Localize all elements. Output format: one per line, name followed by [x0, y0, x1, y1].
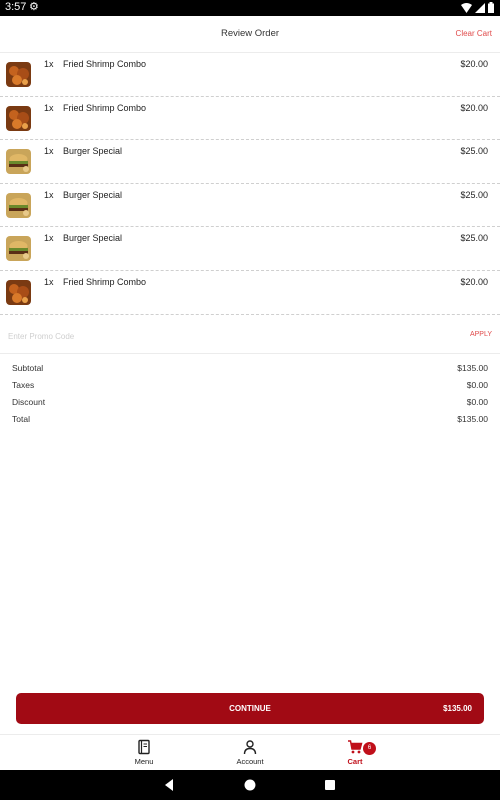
settings-gear-icon: ⚙ — [29, 1, 39, 13]
item-price: $25.00 — [460, 233, 488, 244]
item-price: $20.00 — [460, 102, 488, 113]
continue-button[interactable]: CONTINUE $135.00 — [16, 693, 484, 724]
taxes-row: Taxes $0.00 — [12, 380, 488, 397]
home-icon[interactable] — [243, 778, 257, 792]
item-price: $20.00 — [460, 59, 488, 69]
nav-cart-label: Cart — [347, 757, 363, 766]
discount-label: Discount — [12, 397, 46, 407]
item-quantity: 1x — [44, 146, 54, 157]
recents-icon[interactable] — [323, 778, 337, 792]
item-name: Fried Shrimp Combo — [63, 276, 147, 287]
promo-section: APPLY — [0, 320, 500, 354]
page-title: Review Order — [220, 28, 280, 39]
status-bar: 3:57 ⚙ — [0, 0, 500, 16]
order-item[interactable]: 1x Burger Special $25.00 — [0, 227, 500, 271]
menu-book-icon — [138, 739, 150, 755]
continue-label: CONTINUE — [229, 704, 271, 713]
wifi-icon — [461, 2, 472, 13]
order-summary: Subtotal $135.00 Taxes $0.00 Discount $0… — [12, 363, 488, 431]
item-price: $20.00 — [460, 276, 488, 287]
shopping-cart-icon — [348, 740, 363, 754]
order-items-list: 1x Fried Shrimp Combo $20.00 1x Fried Sh… — [0, 53, 500, 315]
subtotal-row: Subtotal $135.00 — [12, 363, 488, 380]
battery-icon — [488, 2, 494, 13]
cart-count-badge: 6 — [363, 742, 376, 755]
item-name: Burger Special — [63, 233, 123, 244]
subtotal-value: $135.00 — [457, 363, 488, 373]
nav-account[interactable]: Account — [220, 735, 280, 771]
item-price: $25.00 — [460, 189, 488, 200]
item-price: $25.00 — [460, 146, 488, 157]
order-item[interactable]: 1x Burger Special $25.00 — [0, 184, 500, 228]
total-row: Total $135.00 — [12, 414, 488, 431]
item-quantity: 1x — [44, 189, 54, 200]
bottom-nav: Menu Account 6 Cart — [0, 734, 500, 770]
burger-special-image — [6, 236, 31, 262]
item-quantity: 1x — [44, 102, 54, 113]
item-name: Fried Shrimp Combo — [63, 59, 147, 69]
clear-cart-button[interactable]: Clear Cart — [456, 29, 492, 38]
order-item[interactable]: 1x Burger Special $25.00 — [0, 140, 500, 184]
header: Review Order Clear Cart — [0, 16, 500, 53]
taxes-value: $0.00 — [466, 380, 488, 390]
item-name: Burger Special — [63, 146, 123, 157]
continue-total: $135.00 — [443, 704, 472, 713]
status-icons — [461, 2, 494, 13]
status-time: 3:57 — [5, 1, 27, 13]
apply-promo-button[interactable]: APPLY — [470, 331, 492, 338]
nav-account-label: Account — [236, 757, 264, 766]
system-nav-bar — [0, 770, 500, 800]
promo-code-input[interactable] — [8, 328, 408, 344]
item-name: Fried Shrimp Combo — [63, 102, 147, 113]
discount-row: Discount $0.00 — [12, 397, 488, 414]
total-value: $135.00 — [457, 414, 488, 424]
burger-special-image — [6, 192, 31, 218]
discount-value: $0.00 — [466, 397, 488, 407]
fried-shrimp-combo-image — [6, 279, 31, 305]
nav-cart[interactable]: 6 Cart — [325, 735, 385, 771]
order-item[interactable]: 1x Fried Shrimp Combo $20.00 — [0, 97, 500, 141]
taxes-label: Taxes — [12, 380, 35, 390]
item-quantity: 1x — [44, 233, 54, 244]
item-quantity: 1x — [44, 59, 54, 69]
back-icon[interactable] — [162, 778, 176, 792]
subtotal-label: Subtotal — [12, 363, 44, 373]
order-item[interactable]: 1x Fried Shrimp Combo $20.00 — [0, 53, 500, 97]
order-item[interactable]: 1x Fried Shrimp Combo $20.00 — [0, 271, 500, 315]
item-name: Burger Special — [63, 189, 123, 200]
account-person-icon — [243, 740, 257, 755]
fried-shrimp-combo-image — [6, 105, 31, 131]
signal-icon — [475, 2, 485, 13]
nav-menu-label: Menu — [134, 757, 154, 766]
fried-shrimp-combo-image — [6, 62, 31, 87]
item-quantity: 1x — [44, 276, 54, 287]
nav-menu[interactable]: Menu — [114, 735, 174, 771]
burger-special-image — [6, 149, 31, 175]
total-label: Total — [12, 414, 30, 424]
